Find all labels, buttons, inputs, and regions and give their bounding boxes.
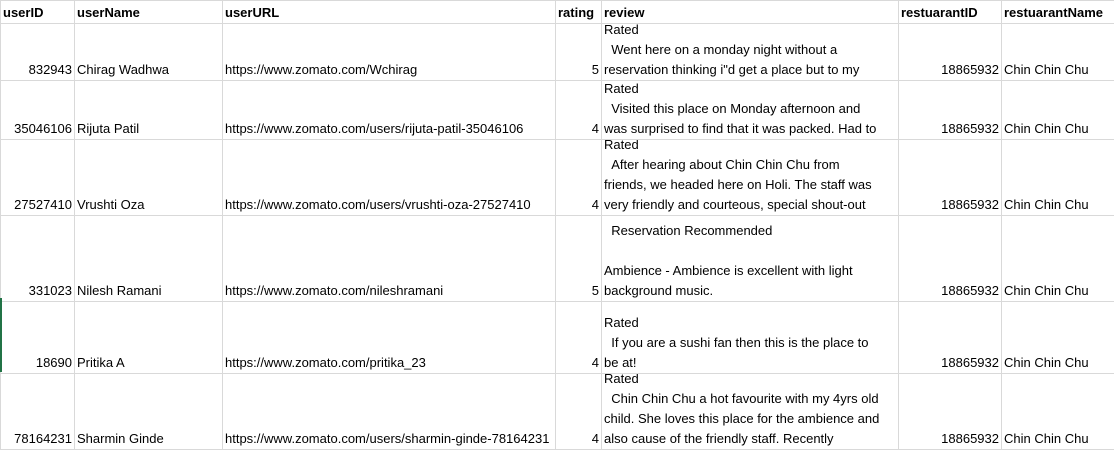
cell-review[interactable]: Reservation Recommended Ambience - Ambie… (601, 215, 899, 302)
cell-username[interactable]: Rijuta Patil (74, 80, 223, 140)
cell-userurl[interactable]: https://www.zomato.com/pritika_23 (222, 301, 556, 374)
cell-restaurantid[interactable]: 18865932 (898, 373, 1002, 450)
cell-rating[interactable]: 4 (555, 301, 602, 374)
cell-username[interactable]: Chirag Wadhwa (74, 23, 223, 81)
header-cell-rating[interactable]: rating (555, 0, 602, 24)
cell-userid[interactable]: 78164231 (0, 373, 75, 450)
cell-userurl[interactable]: https://www.zomato.com/users/vrushti-oza… (222, 139, 556, 216)
header-cell-restaurantname[interactable]: restuarantName (1001, 0, 1114, 24)
table-row: 78164231 Sharmin Ginde https://www.zomat… (0, 373, 1114, 450)
cell-rating[interactable]: 5 (555, 23, 602, 81)
table-row: 832943 Chirag Wadhwa https://www.zomato.… (0, 23, 1114, 81)
cell-userurl[interactable]: https://www.zomato.com/nileshramani (222, 215, 556, 302)
cell-restaurantname[interactable]: Chin Chin Chu (1001, 301, 1114, 374)
cell-rating[interactable]: 5 (555, 215, 602, 302)
table-row: 331023 Nilesh Ramani https://www.zomato.… (0, 215, 1114, 302)
cell-username[interactable]: Vrushti Oza (74, 139, 223, 216)
data-grid: userID userName userURL rating review re… (0, 0, 1114, 450)
cell-rating[interactable]: 4 (555, 80, 602, 140)
cell-username[interactable]: Nilesh Ramani (74, 215, 223, 302)
cell-username[interactable]: Sharmin Ginde (74, 373, 223, 450)
cell-restaurantid[interactable]: 18865932 (898, 215, 1002, 302)
header-cell-restaurantid[interactable]: restuarantID (898, 0, 1002, 24)
cell-restaurantname[interactable]: Chin Chin Chu (1001, 215, 1114, 302)
cell-rating[interactable]: 4 (555, 373, 602, 450)
cell-review[interactable]: Rated If you are a sushi fan then this i… (601, 301, 899, 374)
cell-restaurantid[interactable]: 18865932 (898, 23, 1002, 81)
cell-userurl[interactable]: https://www.zomato.com/Wchirag (222, 23, 556, 81)
table-row: 35046106 Rijuta Patil https://www.zomato… (0, 80, 1114, 140)
cell-restaurantname[interactable]: Chin Chin Chu (1001, 23, 1114, 81)
table-row: 18690 Pritika A https://www.zomato.com/p… (0, 301, 1114, 374)
cell-restaurantid[interactable]: 18865932 (898, 139, 1002, 216)
cell-userid[interactable]: 832943 (0, 23, 75, 81)
header-cell-userid[interactable]: userID (0, 0, 75, 24)
cell-userid[interactable]: 331023 (0, 215, 75, 302)
spreadsheet-sheet: userID userName userURL rating review re… (0, 0, 1114, 452)
cell-userid[interactable]: 35046106 (0, 80, 75, 140)
cell-review[interactable]: Rated Visited this place on Monday after… (601, 80, 899, 140)
cell-userid[interactable]: 27527410 (0, 139, 75, 216)
header-cell-review[interactable]: review (601, 0, 899, 24)
cell-restaurantname[interactable]: Chin Chin Chu (1001, 80, 1114, 140)
review-text: Rated Chin Chin Chu a hot favourite with… (604, 373, 880, 447)
header-cell-username[interactable]: userName (74, 0, 223, 24)
cell-review[interactable]: Rated Chin Chin Chu a hot favourite with… (601, 373, 899, 450)
cell-restaurantname[interactable]: Chin Chin Chu (1001, 373, 1114, 450)
cell-userurl[interactable]: https://www.zomato.com/users/sharmin-gin… (222, 373, 556, 450)
cell-rating[interactable]: 4 (555, 139, 602, 216)
review-text: Rated Visited this place on Monday after… (604, 81, 877, 137)
cell-restaurantid[interactable]: 18865932 (898, 301, 1002, 374)
review-text: Reservation Recommended Ambience - Ambie… (604, 223, 853, 298)
header-row: userID userName userURL rating review re… (0, 0, 1114, 24)
row-selection-marker (0, 298, 2, 372)
cell-username[interactable]: Pritika A (74, 301, 223, 374)
review-text: Rated Went here on a monday night withou… (604, 23, 860, 78)
review-text: Rated After hearing about Chin Chin Chu … (604, 139, 872, 213)
cell-review[interactable]: Rated After hearing about Chin Chin Chu … (601, 139, 899, 216)
cell-userurl[interactable]: https://www.zomato.com/users/rijuta-pati… (222, 80, 556, 140)
cell-userid[interactable]: 18690 (0, 301, 75, 374)
review-text: Rated If you are a sushi fan then this i… (604, 315, 869, 370)
table-row: 27527410 Vrushti Oza https://www.zomato.… (0, 139, 1114, 216)
header-cell-userurl[interactable]: userURL (222, 0, 556, 24)
cell-restaurantid[interactable]: 18865932 (898, 80, 1002, 140)
cell-restaurantname[interactable]: Chin Chin Chu (1001, 139, 1114, 216)
cell-review[interactable]: Rated Went here on a monday night withou… (601, 23, 899, 81)
